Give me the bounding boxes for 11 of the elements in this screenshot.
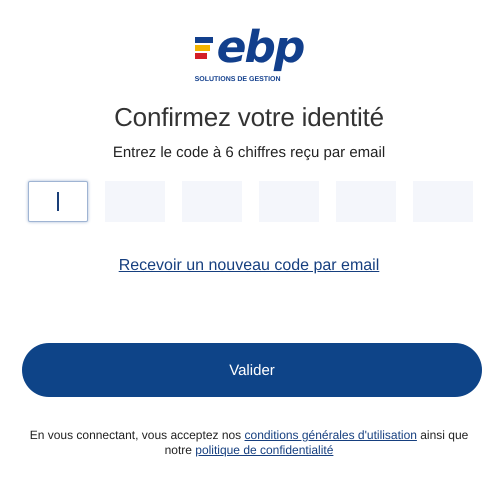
instruction-text: Entrez le code à 6 chiffres reçu par email [112,144,386,161]
page-title: Confirmez votre identité [114,101,384,133]
privacy-link[interactable]: politique de confidentialité [195,443,334,457]
terms-link[interactable]: conditions générales d'utilisation [244,428,417,442]
text-caret [57,192,59,211]
submit-button[interactable]: Valider [22,343,482,397]
resend-code-link[interactable]: Recevoir un nouveau code par email [118,257,380,275]
logo-wordmark: ebp [216,22,305,74]
stripes-icon [194,37,213,59]
legal-notice: En vous connectant, vous acceptez nos conditions générales d'utilisation ainsi que notre politique de confidentialité [28,428,470,458]
code-digit-field[interactable] [28,181,88,222]
